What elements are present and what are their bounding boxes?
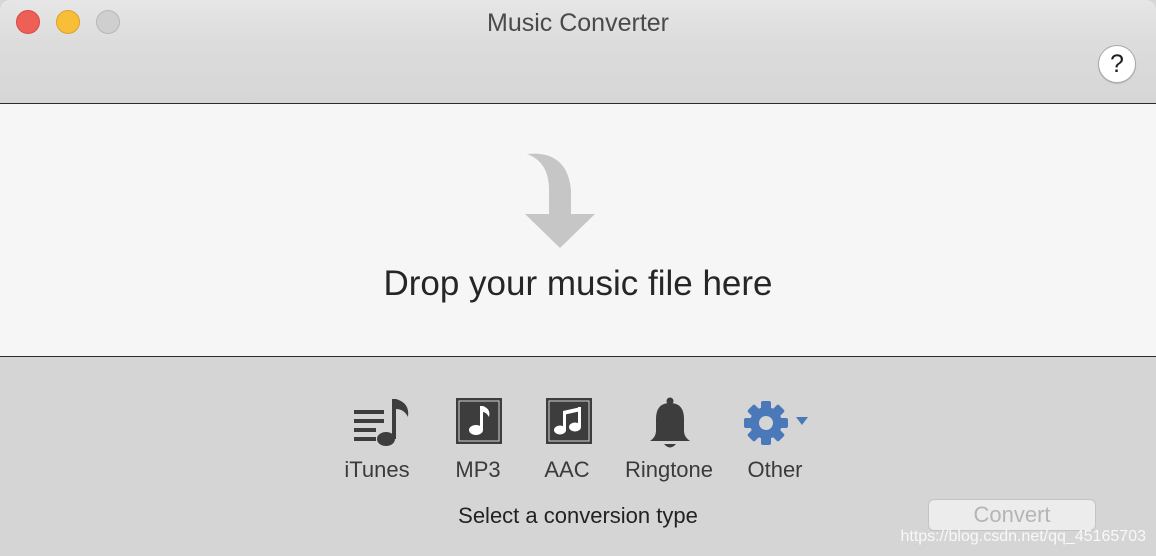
drop-instruction: Drop your music file here <box>383 264 773 303</box>
type-ringtone[interactable]: Ringtone <box>620 397 718 487</box>
type-mp3-label: MP3 <box>455 457 501 482</box>
conversion-type-bar: iTunes MP3 AAC Ringtone Other Select a c… <box>0 357 1156 556</box>
type-itunes-label: iTunes <box>344 457 410 482</box>
help-button[interactable]: ? <box>1098 45 1136 83</box>
music-converter-window: Music Converter ? Drop your music file h… <box>0 0 1156 556</box>
type-aac[interactable]: AAC <box>536 397 598 487</box>
type-other-label: Other <box>747 457 803 482</box>
gear-dropdown-icon <box>744 401 808 445</box>
type-mp3[interactable]: MP3 <box>446 397 510 487</box>
title-bar: Music Converter ? <box>0 0 1156 104</box>
drop-arrow-icon <box>525 153 595 248</box>
type-itunes[interactable]: iTunes <box>338 397 416 487</box>
bell-icon <box>650 397 690 448</box>
watermark-text: https://blog.csdn.net/qq_45165703 <box>900 528 1146 545</box>
type-ringtone-label: Ringtone <box>624 457 714 482</box>
type-other[interactable]: Other <box>736 397 814 487</box>
convert-button[interactable]: Convert <box>928 499 1096 531</box>
type-aac-label: AAC <box>544 457 590 482</box>
itunes-list-note-icon <box>354 399 409 446</box>
mp3-note-icon <box>456 398 502 444</box>
window-title: Music Converter <box>487 9 669 37</box>
aac-note-icon <box>546 398 592 444</box>
drop-zone[interactable]: Drop your music file here <box>0 104 1156 357</box>
